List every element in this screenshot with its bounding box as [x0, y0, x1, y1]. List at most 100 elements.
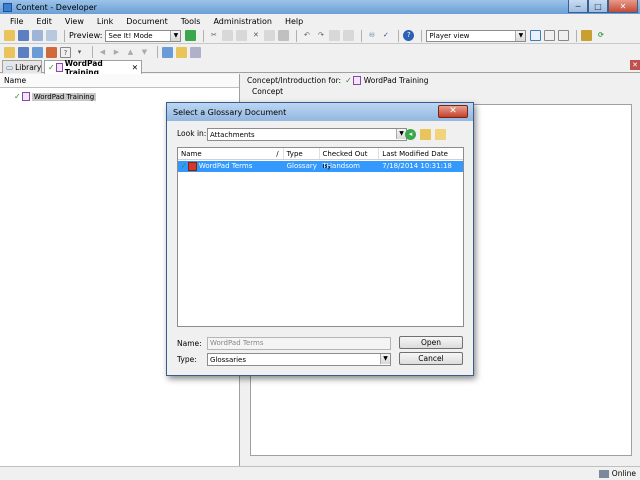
view-mode-select[interactable]: Player view ▼: [426, 29, 527, 42]
glossary-book-icon: [187, 162, 197, 171]
go-arrow-icon[interactable]: [185, 30, 197, 41]
delete-icon[interactable]: ✕: [250, 30, 261, 41]
help-document-icon[interactable]: ?: [60, 46, 71, 58]
look-in-label: Look in:: [177, 129, 207, 138]
new-folder-icon[interactable]: [4, 46, 15, 58]
publish-icon[interactable]: [46, 30, 57, 41]
move-down-icon[interactable]: ▼: [139, 47, 150, 58]
concept-for-label: Concept/Introduction for:: [247, 76, 342, 85]
menu-edit[interactable]: Edit: [36, 17, 52, 26]
window-title: Content - Developer: [16, 2, 97, 12]
dialog-close-button[interactable]: ✕: [438, 105, 468, 118]
binoculars-icon[interactable]: ♾: [366, 30, 377, 41]
move-right-icon[interactable]: ▶: [111, 47, 122, 58]
close-panel-icon[interactable]: ✕: [630, 60, 640, 70]
tab-library[interactable]: ▭ Library: [2, 60, 42, 73]
check-out-icon[interactable]: [176, 46, 187, 58]
new-topic-icon[interactable]: [46, 46, 57, 58]
toolbar-separator: [92, 46, 93, 58]
toolbar-separator: [361, 29, 363, 42]
collapse-icon[interactable]: [343, 30, 355, 41]
menu-administration[interactable]: Administration: [213, 17, 272, 26]
type-value: Glossaries: [210, 355, 247, 364]
back-icon[interactable]: ◂: [405, 129, 416, 140]
save-icon[interactable]: [18, 30, 29, 41]
document-icon: [55, 63, 63, 72]
toolbar-separator: [576, 29, 578, 42]
undo-icon[interactable]: ↶: [301, 30, 312, 41]
package-icon[interactable]: [581, 30, 593, 41]
new-module-icon[interactable]: [32, 46, 43, 58]
dropdown-arrow-icon[interactable]: ▾: [74, 47, 85, 58]
name-column-header[interactable]: Name: [0, 74, 239, 88]
expand-icon[interactable]: [329, 30, 341, 41]
layout-columns-icon[interactable]: [558, 30, 570, 41]
look-in-select[interactable]: Attachments ▼: [207, 128, 407, 141]
new-folder-icon[interactable]: [435, 129, 446, 140]
dialog-title: Select a Glossary Document: [173, 107, 287, 117]
find-replace-icon[interactable]: [278, 30, 290, 41]
undo-checkout-icon[interactable]: [190, 46, 201, 58]
toolbar-separator: [421, 29, 423, 42]
tab-wordpad-training[interactable]: ✓ WordPad Training ✕: [44, 59, 142, 77]
checked-out-icon: ✓: [181, 162, 187, 170]
move-up-icon[interactable]: ▲: [125, 47, 136, 58]
maximize-button[interactable]: □: [588, 0, 608, 13]
library-icon: ▭: [6, 62, 14, 72]
menu-document[interactable]: Document: [126, 17, 167, 26]
type-select[interactable]: Glossaries ▼: [207, 353, 391, 366]
column-checked-out-by[interactable]: Checked Out By: [320, 148, 380, 170]
toolbar-separator: [398, 29, 400, 42]
open-folder-icon[interactable]: [4, 30, 15, 41]
menu-help[interactable]: Help: [285, 17, 303, 26]
copy-icon[interactable]: [222, 30, 234, 41]
minimize-button[interactable]: ─: [568, 0, 588, 13]
concept-for-doc: WordPad Training: [363, 76, 429, 85]
column-type[interactable]: Type: [284, 148, 320, 159]
file-list-header: Name / Type Checked Out By Last Modified…: [178, 148, 463, 170]
properties-icon[interactable]: [264, 30, 276, 41]
new-document-icon[interactable]: [18, 46, 29, 58]
type-label: Type:: [177, 355, 197, 364]
menu-view[interactable]: View: [65, 17, 84, 26]
cancel-button[interactable]: Cancel: [399, 352, 463, 365]
cut-icon[interactable]: ✂: [208, 30, 219, 41]
check-in-icon[interactable]: [162, 46, 173, 58]
paste-icon[interactable]: [236, 30, 248, 41]
main-toolbar: Preview: See It! Mode ▼ ✂ ✕ ↶ ↷ ♾ ✓ ? Pl…: [0, 28, 640, 44]
close-tab-icon[interactable]: ✕: [132, 63, 138, 72]
print-icon[interactable]: [32, 30, 43, 41]
chevron-down-icon: ▼: [380, 354, 390, 364]
row-last-modified: 7/18/2014 10:31:18 AM: [382, 162, 452, 181]
checked-out-icon: ✓: [48, 63, 55, 72]
menu-link[interactable]: Link: [97, 17, 113, 26]
document-tabs: ▭ Library ✓ WordPad Training ✕ ✕: [0, 59, 640, 77]
name-field[interactable]: WordPad Terms: [207, 337, 391, 350]
column-last-modified[interactable]: Last Modified Date: [379, 148, 463, 159]
refresh-icon[interactable]: ⟳: [595, 30, 606, 41]
tab-library-label: Library: [15, 62, 42, 72]
table-row[interactable]: ✓ WordPad Terms Glossary THandsom 7/18/2…: [178, 161, 463, 181]
file-list[interactable]: Name / Type Checked Out By Last Modified…: [177, 147, 464, 327]
toolbar-separator: [64, 29, 65, 42]
column-name-label: Name: [181, 150, 202, 158]
layout-single-icon[interactable]: [530, 30, 542, 41]
menu-file[interactable]: File: [10, 17, 23, 26]
checked-out-icon: ✓: [14, 92, 21, 101]
column-name[interactable]: Name /: [178, 148, 284, 159]
concept-tab[interactable]: Concept: [242, 87, 640, 98]
layout-split-icon[interactable]: [544, 30, 556, 41]
close-window-button[interactable]: ✕: [608, 0, 638, 13]
spell-check-icon[interactable]: ✓: [380, 30, 391, 41]
row-checked-out-by: THandsom: [322, 162, 360, 170]
up-folder-icon[interactable]: [420, 129, 431, 140]
preview-mode-select[interactable]: See It! Mode ▼: [105, 29, 182, 42]
menu-tools[interactable]: Tools: [181, 17, 201, 26]
look-in-value: Attachments: [210, 130, 255, 139]
help-icon[interactable]: ?: [403, 30, 415, 41]
window-titlebar: Content - Developer ─ □ ✕: [0, 0, 640, 14]
open-button[interactable]: Open: [399, 336, 463, 349]
move-left-icon[interactable]: ◀: [97, 47, 108, 58]
tree-item-wordpad-training[interactable]: ✓ WordPad Training: [14, 92, 97, 101]
redo-icon[interactable]: ↷: [315, 30, 326, 41]
